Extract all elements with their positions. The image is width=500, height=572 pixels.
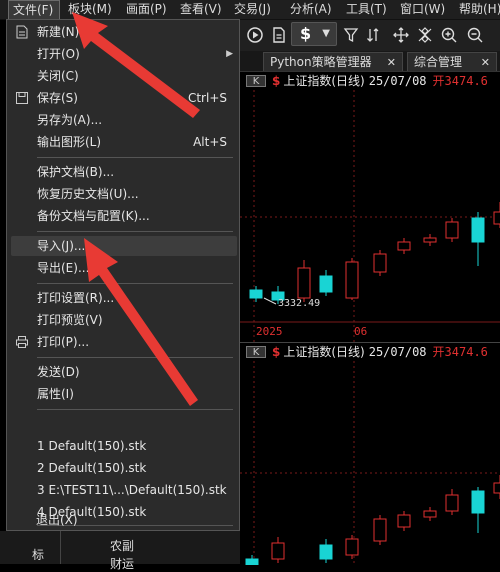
annotation-arrows [72, 12, 200, 406]
arrow-annotation [72, 12, 200, 406]
